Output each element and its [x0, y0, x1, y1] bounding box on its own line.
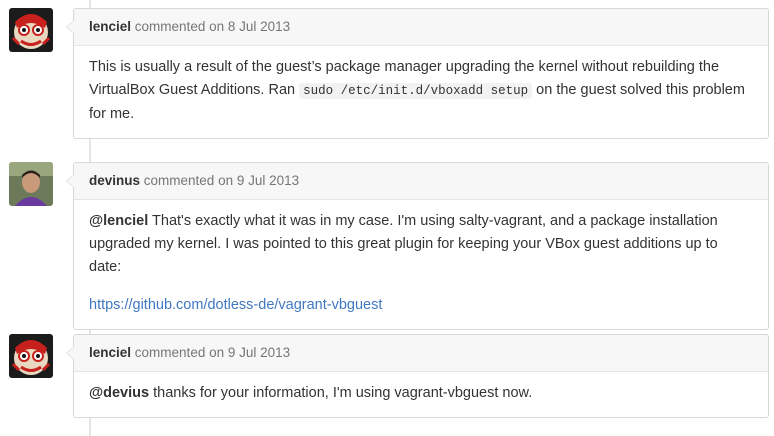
inline-code: sudo /etc/init.d/vboxadd setup — [299, 83, 533, 99]
comment-box: lenciel commented on 8 Jul 2013 This is … — [66, 8, 769, 139]
comment-paragraph: @devius thanks for your information, I'm… — [89, 385, 533, 401]
comment-box: lenciel commented on 9 Jul 2013 @devius … — [66, 334, 769, 418]
comment-timestamp[interactable]: commented on 9 Jul 2013 — [135, 345, 290, 360]
comment-paragraph: @lenciel That's exactly what it was in m… — [89, 213, 718, 275]
comment-header: lenciel commented on 8 Jul 2013 — [74, 9, 768, 46]
comment-body: @devius thanks for your information, I'm… — [74, 372, 768, 417]
author-name[interactable]: lenciel — [89, 345, 131, 360]
comment-body: @lenciel That's exactly what it was in m… — [74, 200, 768, 329]
comment-paragraph: This is usually a result of the guest’s … — [89, 59, 745, 122]
user-mention[interactable]: @devius — [89, 385, 149, 401]
user-mention[interactable]: @lenciel — [89, 213, 148, 229]
comment-body: This is usually a result of the guest’s … — [74, 46, 768, 138]
author-name[interactable]: devinus — [89, 173, 140, 188]
comment-header: devinus commented on 9 Jul 2013 — [74, 163, 768, 200]
comment-paragraph: https://github.com/dotless-de/vagrant-vb… — [89, 294, 753, 317]
comment-box: devinus commented on 9 Jul 2013 @lenciel… — [66, 162, 769, 330]
comment-header: lenciel commented on 9 Jul 2013 — [74, 335, 768, 372]
plugin-link[interactable]: https://github.com/dotless-de/vagrant-vb… — [89, 297, 382, 313]
author-name[interactable]: lenciel — [89, 19, 131, 34]
comment-timestamp[interactable]: commented on 9 Jul 2013 — [144, 173, 299, 188]
comment-timestamp[interactable]: commented on 8 Jul 2013 — [135, 19, 290, 34]
avatar[interactable] — [9, 8, 53, 52]
avatar[interactable] — [9, 162, 53, 206]
avatar[interactable] — [9, 334, 53, 378]
